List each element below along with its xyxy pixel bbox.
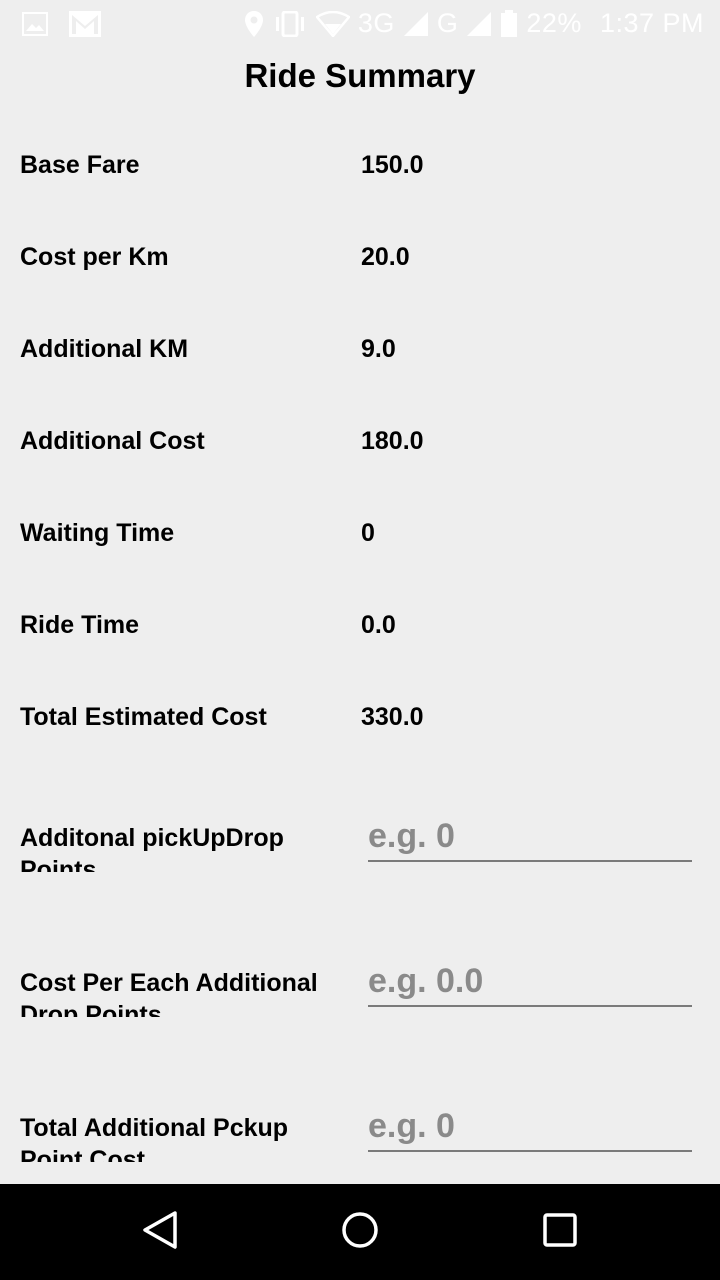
wifi-icon (315, 10, 350, 37)
battery-percent: 22% (526, 8, 582, 38)
waiting-time-value: 0 (361, 519, 375, 547)
recents-icon (543, 1212, 577, 1252)
network-3g-label: 3G (357, 8, 395, 38)
cost-per-additional-drop-points-label: Cost Per Each Additional Drop Points (20, 969, 318, 1017)
vibrate-icon (272, 10, 308, 37)
additional-cost-label: Additional Cost (20, 427, 205, 455)
waiting-time-label: Waiting Time (20, 519, 175, 547)
additional-pickup-drop-points-input[interactable] (368, 816, 692, 862)
additional-pickup-drop-points-label: Additonal pickUpDrop Points (20, 824, 284, 872)
image-icon (22, 12, 48, 36)
total-additional-pickup-cost-label: Total Additional Pckup Point Cost (20, 1114, 289, 1162)
total-estimated-cost-value: 330.0 (361, 703, 424, 731)
page-title: Ride Summary (244, 57, 476, 94)
total-additional-pickup-cost-input[interactable] (368, 1106, 692, 1152)
navigation-bar (0, 1184, 720, 1280)
ride-time-value: 0.0 (361, 611, 396, 639)
gmail-icon (68, 10, 102, 38)
ride-time-label: Ride Time (20, 611, 140, 639)
base-fare-label: Base Fare (20, 151, 140, 179)
additional-cost-value: 180.0 (361, 427, 424, 455)
base-fare-value: 150.0 (361, 151, 424, 179)
network-g-label: G (436, 8, 459, 38)
recents-button[interactable] (540, 1212, 580, 1252)
battery-icon (500, 9, 518, 38)
cost-per-additional-drop-points-input[interactable] (368, 961, 692, 1007)
additional-km-label: Additional KM (20, 335, 189, 363)
total-estimated-cost-label: Total Estimated Cost (20, 703, 267, 731)
signal-icon (403, 11, 429, 37)
back-icon (142, 1210, 178, 1254)
additional-km-value: 9.0 (361, 335, 396, 363)
cost-per-km-label: Cost per Km (20, 243, 169, 271)
signal-icon (466, 11, 492, 37)
home-button[interactable] (340, 1211, 380, 1254)
location-icon (244, 10, 264, 38)
home-icon (341, 1211, 379, 1254)
cost-per-km-value: 20.0 (361, 243, 410, 271)
back-button[interactable] (140, 1210, 180, 1254)
status-bar: 3G G 22% 1:37 PM (0, 0, 720, 50)
clock: 1:37 PM (599, 8, 704, 38)
